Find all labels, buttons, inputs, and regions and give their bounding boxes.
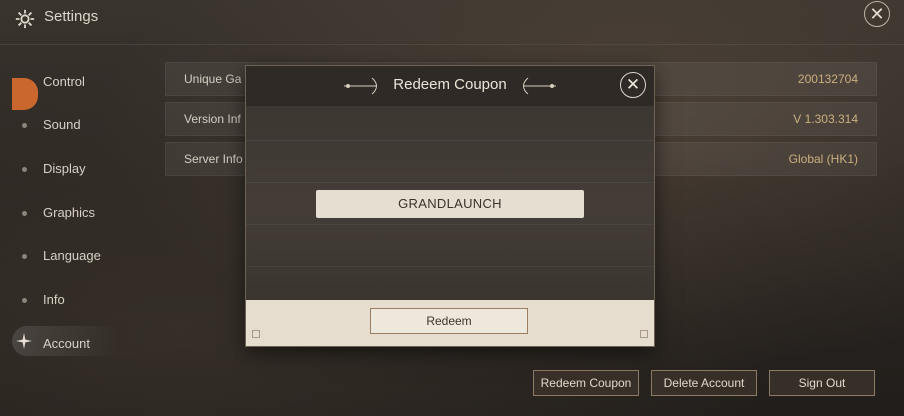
- star-icon: [16, 333, 32, 349]
- divider: [246, 224, 654, 225]
- divider: [246, 140, 654, 141]
- dot-icon: [22, 211, 27, 216]
- sidebar-item-label: Language: [43, 248, 101, 263]
- redeem-coupon-modal: Redeem Coupon ✕ GRANDLAUNCH Redeem: [246, 66, 654, 346]
- info-key: Unique Ga: [184, 72, 242, 86]
- top-bar: Settings ✕: [0, 0, 904, 45]
- sidebar: Control Sound Display Graphics Language …: [0, 60, 150, 400]
- divider: [246, 182, 654, 183]
- delete-account-button[interactable]: Delete Account: [651, 370, 757, 396]
- info-value: 200132704: [797, 72, 858, 86]
- dot-icon: [22, 254, 27, 259]
- gear-icon: [15, 9, 35, 29]
- sidebar-accent: [12, 78, 38, 110]
- corner-decoration: [252, 330, 260, 338]
- close-icon[interactable]: ✕: [864, 1, 890, 27]
- sidebar-item-label: Sound: [43, 117, 81, 132]
- info-value: V 1.303.314: [793, 112, 858, 126]
- info-key: Server Info: [184, 152, 243, 166]
- sidebar-item-label: Info: [43, 292, 65, 307]
- info-key: Version Inf: [184, 112, 241, 126]
- info-value: Global (HK1): [788, 152, 858, 166]
- redeem-coupon-button[interactable]: Redeem Coupon: [533, 370, 639, 396]
- ornament-right-icon: [523, 77, 556, 95]
- divider: [246, 266, 654, 267]
- dot-icon: [22, 167, 27, 172]
- coupon-code-input[interactable]: GRANDLAUNCH: [316, 190, 584, 218]
- modal-title: Redeem Coupon: [393, 76, 507, 93]
- sign-out-button[interactable]: Sign Out: [769, 370, 875, 396]
- modal-footer: Redeem: [246, 300, 654, 346]
- corner-decoration: [640, 330, 648, 338]
- sidebar-item-label: Display: [43, 161, 86, 176]
- sidebar-item-label: Graphics: [43, 205, 96, 220]
- sidebar-item-label: Account: [43, 336, 90, 351]
- page-title: Settings: [44, 8, 99, 25]
- modal-header: Redeem Coupon ✕: [246, 66, 654, 106]
- close-icon[interactable]: ✕: [620, 72, 646, 98]
- redeem-button[interactable]: Redeem: [370, 308, 528, 334]
- dot-icon: [22, 123, 27, 128]
- dot-icon: [22, 298, 27, 303]
- sidebar-item-label: Control: [43, 74, 85, 89]
